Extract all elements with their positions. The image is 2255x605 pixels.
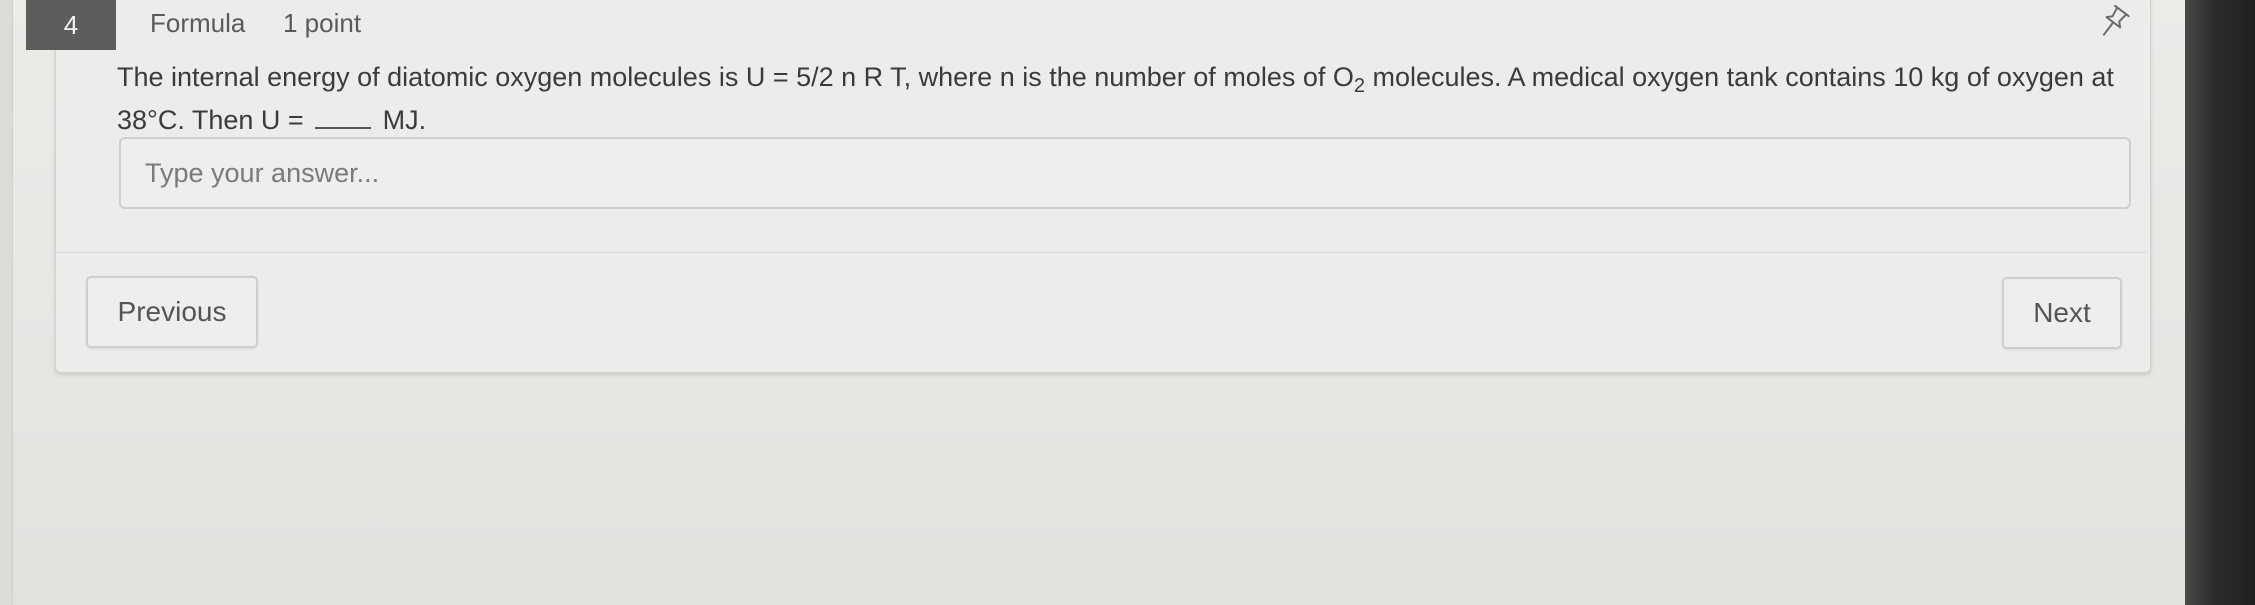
question-subscript: 2 (1353, 75, 1365, 97)
question-number: 4 (63, 9, 79, 40)
screen-bezel (2185, 0, 2255, 605)
question-number-badge: 4 (26, 0, 116, 50)
question-text-part3: MJ. (375, 105, 427, 135)
section-divider (56, 252, 2148, 253)
answer-input[interactable] (119, 137, 2131, 209)
previous-button[interactable]: Previous (86, 276, 258, 348)
question-text-part1: The internal energy of diatomic oxygen m… (117, 62, 1354, 92)
answer-blank (315, 107, 372, 129)
question-points: 1 point (283, 8, 362, 38)
question-type: Formula (150, 8, 246, 38)
question-text: The internal energy of diatomic oxygen m… (117, 56, 2127, 142)
next-button[interactable]: Next (2002, 277, 2122, 349)
pin-icon[interactable] (2095, 0, 2136, 40)
left-edge (0, 0, 13, 605)
